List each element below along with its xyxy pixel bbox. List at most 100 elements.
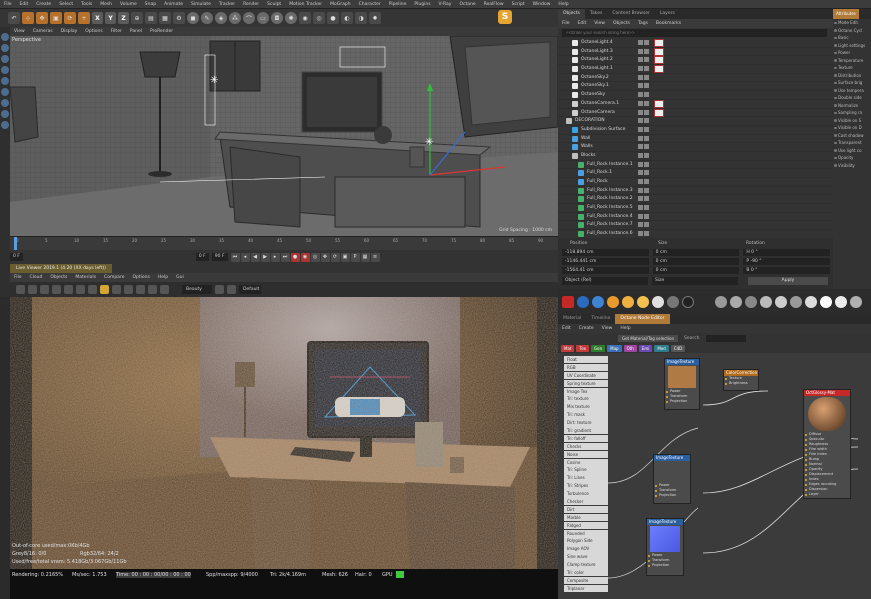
go-to-start-icon[interactable]: ⏮ [230,252,240,262]
octane-material-icon[interactable]: ● [327,12,339,24]
attribute-item[interactable]: Double side [833,94,871,102]
node-menu-help[interactable]: Help [616,324,634,333]
attribute-item[interactable]: Visibility [833,162,871,170]
copy-image-icon[interactable] [227,285,236,294]
menu-item-motion-tracker[interactable]: Motion Tracker [285,0,326,9]
material-preview-emission[interactable] [820,295,832,308]
size-x-field[interactable]: 0 cm [652,249,740,256]
current-frame-field[interactable]: 0 F [195,253,209,261]
y-axis-lock-button[interactable]: Y [105,12,116,24]
clay-mode-icon[interactable] [112,285,121,294]
material-preview-metal-3[interactable] [745,295,757,308]
cube-primitive-icon[interactable]: ◼ [187,12,199,24]
record-keys-icon[interactable]: ● [290,252,300,262]
material-preview-diffuse[interactable] [835,295,847,308]
node-type-item[interactable]: Float [564,356,608,364]
attribute-item[interactable]: Mode Edit [833,19,871,27]
node-type-item[interactable]: Spring texture [564,379,608,388]
filter-gen[interactable]: Gen [591,344,606,352]
attribute-item[interactable]: Visible on S [833,117,871,125]
sub-sampling-icon[interactable] [124,285,133,294]
color-correction-node[interactable]: ColorCorrection Texture Brightness [723,369,759,391]
visibility-dots[interactable] [638,170,649,176]
object-menu-tags[interactable]: Tags [634,19,652,28]
filter-mat[interactable]: Mat [561,344,575,352]
menu-item-octane[interactable]: Octane [455,0,479,9]
visibility-dots[interactable] [638,74,649,80]
visibility-dots[interactable] [638,100,649,106]
live-viewer-menu-materials[interactable]: Materials [71,273,100,282]
material-preview-blue[interactable] [577,295,589,308]
material-preview-light-2[interactable] [622,295,634,308]
rotate-key-icon[interactable]: ⟳ [330,252,340,262]
octane-object-icon[interactable]: ◐ [341,12,353,24]
attribute-item[interactable]: Temperature [833,57,871,65]
tab-takes[interactable]: Takes [585,9,607,19]
attribute-item[interactable]: Use light co [833,147,871,155]
visibility-dots[interactable] [638,213,649,219]
octane-camera-icon[interactable]: ◑ [355,12,367,24]
attribute-item[interactable]: Sampling ra [833,109,871,117]
menu-item-select[interactable]: Select [55,0,77,9]
region-render-icon[interactable] [88,285,97,294]
octane-light-icon[interactable]: ✹ [369,12,381,24]
stop-render-icon[interactable] [52,285,61,294]
tab-octane-node-editor[interactable]: Octane Node Editor [615,314,670,324]
octane-logo-icon[interactable] [562,295,574,308]
node-type-item[interactable]: Cosine [564,458,608,466]
node-menu-edit[interactable]: Edit [558,324,575,333]
menu-item-plugins[interactable]: Plugins [410,0,434,9]
rotation-b-field[interactable]: B 0 ° [743,267,831,274]
object-row[interactable]: OctaneSky [558,91,833,100]
node-type-item[interactable]: Sine wave [564,553,608,561]
object-row[interactable]: Full_Rock Instance.3 [558,187,833,196]
attribute-item[interactable]: Octane Cycl [833,27,871,35]
node-pin[interactable]: Projection [647,563,683,568]
autokey-icon[interactable]: ◉ [300,252,310,262]
settings-icon[interactable] [64,285,73,294]
viewport-menu-view[interactable]: View [10,27,29,36]
visibility-dots[interactable] [638,144,649,150]
node-type-item[interactable]: Tri: falloff [564,434,608,443]
param-key-icon[interactable]: P [350,252,360,262]
object-menu-objects[interactable]: Objects [609,19,634,28]
next-key-icon[interactable]: ▸ [270,252,280,262]
node-type-item[interactable]: Composite [564,576,608,585]
node-type-item[interactable]: Tri: Stripes [564,482,608,490]
material-preview-metal-1[interactable] [715,295,727,308]
lock-resolution-icon[interactable] [100,285,109,294]
play-backward-icon[interactable]: ◀ [250,252,260,262]
object-row[interactable]: Full_Rock Instance.4 [558,213,833,222]
snap-icon[interactable] [1,99,9,107]
object-row[interactable]: OctaneLight.4 [558,39,833,48]
attribute-item[interactable]: Use tempera [833,87,871,95]
menu-item-help[interactable]: Help [554,0,572,9]
viewport-menu-cameras[interactable]: Cameras [29,27,57,36]
render-pass-dropdown[interactable]: Beauty [182,285,212,294]
node-type-item[interactable]: Clamp texture [564,561,608,569]
image-texture-node-3[interactable]: ImageTexture Power Transform Projection [646,518,684,576]
add-tool-icon[interactable]: + [78,12,90,24]
live-viewer-menu-file[interactable]: File [10,273,26,282]
visibility-dots[interactable] [638,66,649,72]
scale-tool-icon[interactable]: ▣ [50,12,62,24]
visibility-dots[interactable] [638,118,649,124]
octane-settings-icon[interactable]: ◎ [313,12,325,24]
node-type-item[interactable]: UV Coordinate [564,371,608,380]
pick-focus-icon[interactable] [76,285,85,294]
object-row[interactable]: OctaneCamera [558,108,833,118]
menu-item-file[interactable]: File [0,0,16,9]
image-texture-node-2[interactable]: ImageTexture Power Transform Projection [653,454,691,504]
attribute-item[interactable]: Surface brig [833,79,871,87]
object-row[interactable]: Blocks [558,152,833,161]
node-pin[interactable]: Projection [665,399,699,404]
material-preview-white[interactable] [652,295,664,308]
polygons-mode-icon[interactable] [1,77,9,85]
octane-tag-icon[interactable] [654,56,664,65]
viewport-panel[interactable]: ✳ ✳ View Cameras Display Options Filter Panel… [10,27,558,236]
view-mode-dropdown[interactable]: Default [239,285,261,294]
node-type-item[interactable]: Image AOV [564,545,608,553]
object-menu-edit[interactable]: Edit [574,19,591,28]
render-view-icon[interactable]: ▤ [145,12,157,24]
apply-button[interactable]: Apply [748,277,828,285]
